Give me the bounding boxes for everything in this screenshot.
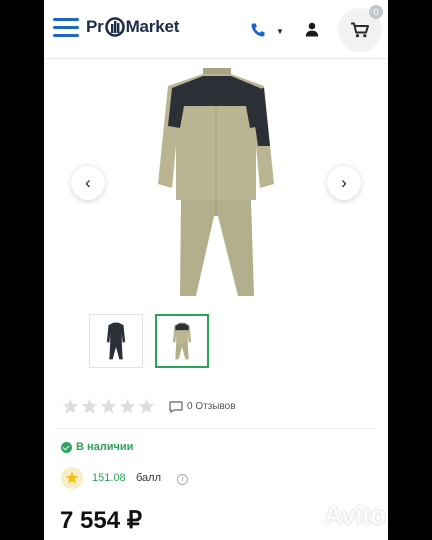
top-header: Pr Market ▼ 0	[44, 0, 388, 58]
stock-status: В наличии	[76, 441, 134, 453]
section-divider	[58, 428, 374, 429]
comment-icon	[169, 401, 183, 413]
bonus-points-unit: балл	[136, 472, 162, 484]
check-circle-icon	[61, 442, 72, 453]
gallery-next-button[interactable]: ›	[327, 166, 361, 200]
reviews-link[interactable]: 0 Отзывов	[187, 401, 236, 412]
bonus-star-icon	[61, 467, 83, 489]
thumbnail-2-selected[interactable]	[155, 314, 209, 368]
avito-watermark: Avito	[324, 500, 386, 530]
header-divider	[44, 58, 388, 59]
star-icon[interactable]	[119, 398, 136, 415]
rating-stars	[62, 398, 155, 415]
star-icon[interactable]	[62, 398, 79, 415]
menu-icon[interactable]	[53, 18, 79, 40]
info-icon[interactable]: i	[177, 474, 188, 485]
thumbnail-1[interactable]	[89, 314, 143, 368]
logo-prefix: Pr	[86, 17, 104, 36]
chevron-down-icon[interactable]: ▼	[276, 27, 284, 36]
user-icon[interactable]	[305, 22, 319, 37]
logo-suffix: Market	[125, 17, 180, 36]
thumbnail-image-dark-suit	[106, 322, 126, 360]
phone-icon[interactable]	[250, 22, 266, 38]
cart-icon	[351, 22, 369, 38]
product-main-image[interactable]	[154, 66, 278, 300]
product-price: 7 554 ₽	[60, 507, 142, 534]
logo-mark-icon	[104, 17, 125, 37]
gallery-prev-button[interactable]: ‹	[71, 166, 105, 200]
star-icon[interactable]	[81, 398, 98, 415]
cart-count-badge: 0	[369, 5, 383, 19]
star-icon[interactable]	[100, 398, 117, 415]
star-icon[interactable]	[138, 398, 155, 415]
product-page: Pr Market ▼ 0 ‹ › 0 Отзывов В наличии 15…	[44, 0, 388, 540]
logo[interactable]: Pr Market	[86, 17, 179, 37]
bonus-points-value: 151.08	[92, 472, 126, 484]
thumbnail-image-beige-suit	[172, 322, 192, 360]
